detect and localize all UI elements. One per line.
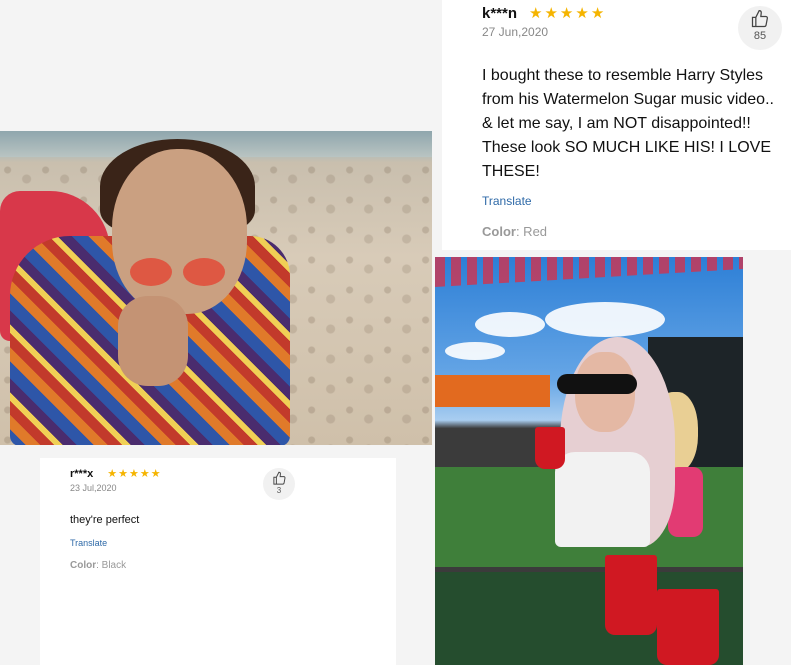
translate-link[interactable]: Translate <box>482 194 532 208</box>
photo-cloud <box>545 302 665 337</box>
review-card-kn: k***n ★★★★★ 27 Jun,2020 85 I bought thes… <box>442 0 791 250</box>
review-card-rx: r***x ★★★★★ 23 Jul,2020 3 they're perfec… <box>40 458 396 665</box>
review-header: k***n ★★★★★ <box>482 4 607 23</box>
photo-lens-left <box>130 258 172 286</box>
reviewer-name: k***n <box>482 4 518 22</box>
review-date: 23 Jul,2020 <box>70 483 117 493</box>
photo-white-top <box>555 452 650 547</box>
photo-red-cup <box>535 427 565 469</box>
review-header: r***x ★★★★★ <box>70 467 162 481</box>
color-value: : Red <box>515 224 548 239</box>
photo-cloud <box>475 312 545 337</box>
like-button[interactable]: 3 <box>263 468 295 500</box>
like-button[interactable]: 85 <box>738 6 782 50</box>
color-info: Color: Black <box>70 560 126 571</box>
photo-bunting <box>435 257 743 287</box>
photo-lens-right <box>183 258 225 286</box>
photo-hand <box>118 296 188 386</box>
review-date: 27 Jun,2020 <box>482 25 549 39</box>
photo-building <box>435 375 550 407</box>
translate-link[interactable]: Translate <box>70 538 107 548</box>
review-photo-beach[interactable] <box>0 131 432 445</box>
photo-heart-sunglasses <box>557 374 637 394</box>
thumbs-up-icon <box>272 471 285 485</box>
photo-red-cup <box>605 555 657 635</box>
color-label: Color <box>70 560 97 571</box>
like-count: 85 <box>753 30 767 42</box>
star-rating: ★★★★★ <box>107 468 162 480</box>
photo-cloud <box>445 342 505 360</box>
color-value: : Black <box>96 560 127 571</box>
thumbs-up-icon <box>751 10 768 28</box>
color-label: Color <box>482 224 516 239</box>
like-count: 3 <box>276 486 282 495</box>
review-text: they're perfect <box>70 514 140 526</box>
review-photo-festival[interactable] <box>435 257 743 665</box>
photo-face <box>112 149 247 314</box>
review-text: I bought these to resemble Harry Styles … <box>482 67 774 180</box>
star-rating: ★★★★★ <box>529 5 607 22</box>
reviewer-name: r***x <box>70 467 94 480</box>
photo-red-cup <box>657 589 719 665</box>
color-info: Color: Red <box>482 224 547 239</box>
